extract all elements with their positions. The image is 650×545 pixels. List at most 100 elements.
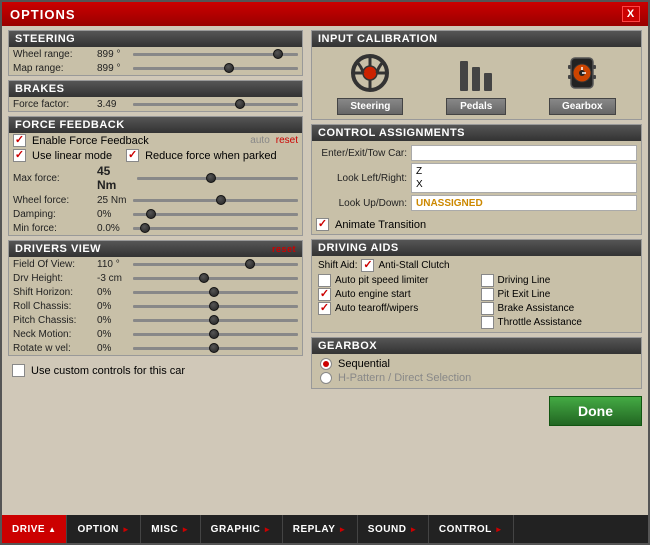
drv-height-row: Drv Height: -3 cm (9, 271, 302, 285)
cal-pedals-item: Pedals (446, 53, 506, 115)
force-factor-slider[interactable] (133, 98, 298, 110)
pitch-chassis-row: Pitch Chassis: 0% (9, 313, 302, 327)
gearbox-icon (563, 53, 601, 95)
dv-reset-link[interactable]: reset (272, 244, 296, 254)
ff-enable-label: Enable Force Feedback (32, 135, 149, 147)
da-throttle-assist-checkbox[interactable] (481, 316, 494, 329)
nav-graphic-arrow: ► (263, 525, 271, 534)
neck-motion-row: Neck Motion: 0% (9, 327, 302, 341)
da-throttle-assist-label: Throttle Assistance (498, 317, 582, 328)
nav-sound-label: SOUND (368, 524, 407, 535)
right-panel: INPUT CALIBRATION (303, 30, 642, 511)
nav-drive-label: DRIVE (12, 524, 45, 535)
roll-chassis-slider[interactable] (133, 300, 298, 312)
gb-hpattern-row: H-Pattern / Direct Selection (320, 371, 633, 385)
roll-chassis-value: 0% (97, 301, 129, 312)
damping-slider[interactable] (133, 208, 298, 220)
cal-steering-btn[interactable]: Steering (337, 98, 403, 115)
cal-icons-row: Steering Pedals (312, 47, 641, 119)
nav-graphic[interactable]: GRAPHIC ► (201, 515, 283, 543)
wheel-force-slider[interactable] (133, 194, 298, 206)
neck-motion-slider[interactable] (133, 328, 298, 340)
gearbox-section: GEARBOX Sequential H-Pattern / Direct Se… (311, 337, 642, 389)
damping-row: Damping: 0% (9, 207, 302, 221)
ff-linear-checkbox[interactable]: ✓ (13, 149, 26, 162)
fov-label: Field Of View: (13, 259, 93, 270)
gb-hpattern-label: H-Pattern / Direct Selection (338, 372, 471, 384)
wheel-range-value: 899 ° (97, 49, 129, 60)
rotate-vel-slider[interactable] (133, 342, 298, 354)
fov-slider[interactable] (133, 258, 298, 270)
fov-row: Field Of View: 110 ° (9, 257, 302, 271)
ca-look-ud-label: Look Up/Down: (316, 198, 411, 209)
ff-reduce-checkbox[interactable]: ✓ (126, 149, 139, 162)
ff-reset-link[interactable]: reset (276, 135, 298, 146)
ff-enable-checkbox[interactable]: ✓ (13, 134, 26, 147)
da-auto-pit-checkbox[interactable] (318, 274, 331, 287)
input-calibration-section: INPUT CALIBRATION (311, 30, 642, 120)
steering-wheel-icon (344, 53, 396, 95)
da-anti-stall-checkbox[interactable]: ✓ (361, 259, 374, 272)
animate-transition-checkbox[interactable]: ✓ (316, 218, 329, 231)
nav-replay-label: REPLAY (293, 524, 336, 535)
da-driving-line-checkbox[interactable] (481, 274, 494, 287)
nav-sound[interactable]: SOUND ► (358, 515, 429, 543)
wheel-force-label: Wheel force: (13, 195, 93, 206)
map-range-slider[interactable] (133, 62, 298, 74)
neck-motion-label: Neck Motion: (13, 329, 93, 340)
ff-enable-check: ✓ (15, 135, 24, 146)
nav-misc[interactable]: MISC ► (141, 515, 200, 543)
close-button[interactable]: X (622, 6, 640, 22)
shift-horizon-slider[interactable] (133, 286, 298, 298)
gb-header: GEARBOX (312, 338, 641, 354)
da-auto-engine-checkbox[interactable]: ✓ (318, 288, 331, 301)
da-anti-stall-label: Anti-Stall Clutch (378, 260, 449, 271)
nav-drive-arrow: ▲ (48, 525, 56, 534)
ff-linear-check: ✓ (15, 150, 24, 161)
cal-pedals-btn[interactable]: Pedals (446, 98, 506, 115)
ff-enable-row: ✓ Enable Force Feedback auto reset (9, 133, 302, 148)
ca-enter-exit-value (411, 145, 637, 161)
max-force-row: Max force: 45 Nm (9, 163, 302, 193)
ca-table: Enter/Exit/Tow Car: Look Left/Right: Z X… (312, 141, 641, 215)
done-button[interactable]: Done (549, 396, 642, 426)
da-auto-tearoff-item: ✓ Auto tearoff/wipers (318, 302, 473, 315)
drv-height-slider[interactable] (133, 272, 298, 284)
pitch-chassis-slider[interactable] (133, 314, 298, 326)
map-range-label: Map range: (13, 63, 93, 74)
nav-replay[interactable]: REPLAY ► (283, 515, 358, 543)
pitch-chassis-label: Pitch Chassis: (13, 315, 93, 326)
done-row: Done (311, 393, 642, 428)
ff-reduce-check: ✓ (128, 150, 137, 161)
ca-look-lr-value: Z X (411, 163, 637, 193)
da-pit-exit-checkbox[interactable] (481, 288, 494, 301)
da-auto-tearoff-checkbox[interactable]: ✓ (318, 302, 331, 315)
nav-control[interactable]: CONTROL ► (429, 515, 514, 543)
gb-content: Sequential H-Pattern / Direct Selection (312, 354, 641, 388)
max-force-slider[interactable] (137, 172, 298, 184)
rotate-vel-row: Rotate w vel: 0% (9, 341, 302, 355)
animate-transition-label: Animate Transition (335, 219, 426, 231)
nav-misc-label: MISC (151, 524, 178, 535)
ff-linear-label: Use linear mode (32, 150, 112, 162)
wheel-range-label: Wheel range: (13, 49, 93, 60)
drivers-view-section: DRIVERS VIEW reset Field Of View: 110 ° … (8, 240, 303, 356)
wheel-range-slider[interactable] (133, 48, 298, 60)
roll-chassis-label: Roll Chassis: (13, 301, 93, 312)
da-auto-engine-label: Auto engine start (335, 289, 411, 300)
nav-drive[interactable]: DRIVE ▲ (2, 515, 67, 543)
min-force-slider[interactable] (133, 222, 298, 234)
da-brake-assist-label: Brake Assistance (498, 303, 575, 314)
cal-gearbox-btn[interactable]: Gearbox (549, 98, 616, 115)
da-brake-assist-checkbox[interactable] (481, 302, 494, 315)
nav-option[interactable]: OPTION ► (67, 515, 141, 543)
da-throttle-assist-item: Throttle Assistance (481, 316, 636, 329)
da-auto-engine-item: ✓ Auto engine start (318, 288, 473, 301)
min-force-row: Min force: 0.0% (9, 221, 302, 235)
gb-sequential-radio[interactable] (320, 358, 332, 370)
gb-hpattern-radio[interactable] (320, 372, 332, 384)
ca-header: CONTROL ASSIGNMENTS (312, 125, 641, 141)
custom-controls-checkbox[interactable] (12, 364, 25, 377)
driving-aids-section: DRIVING AIDS Shift Aid: ✓ Anti-Stall Clu… (311, 239, 642, 333)
wheel-force-value: 25 Nm (97, 195, 129, 206)
